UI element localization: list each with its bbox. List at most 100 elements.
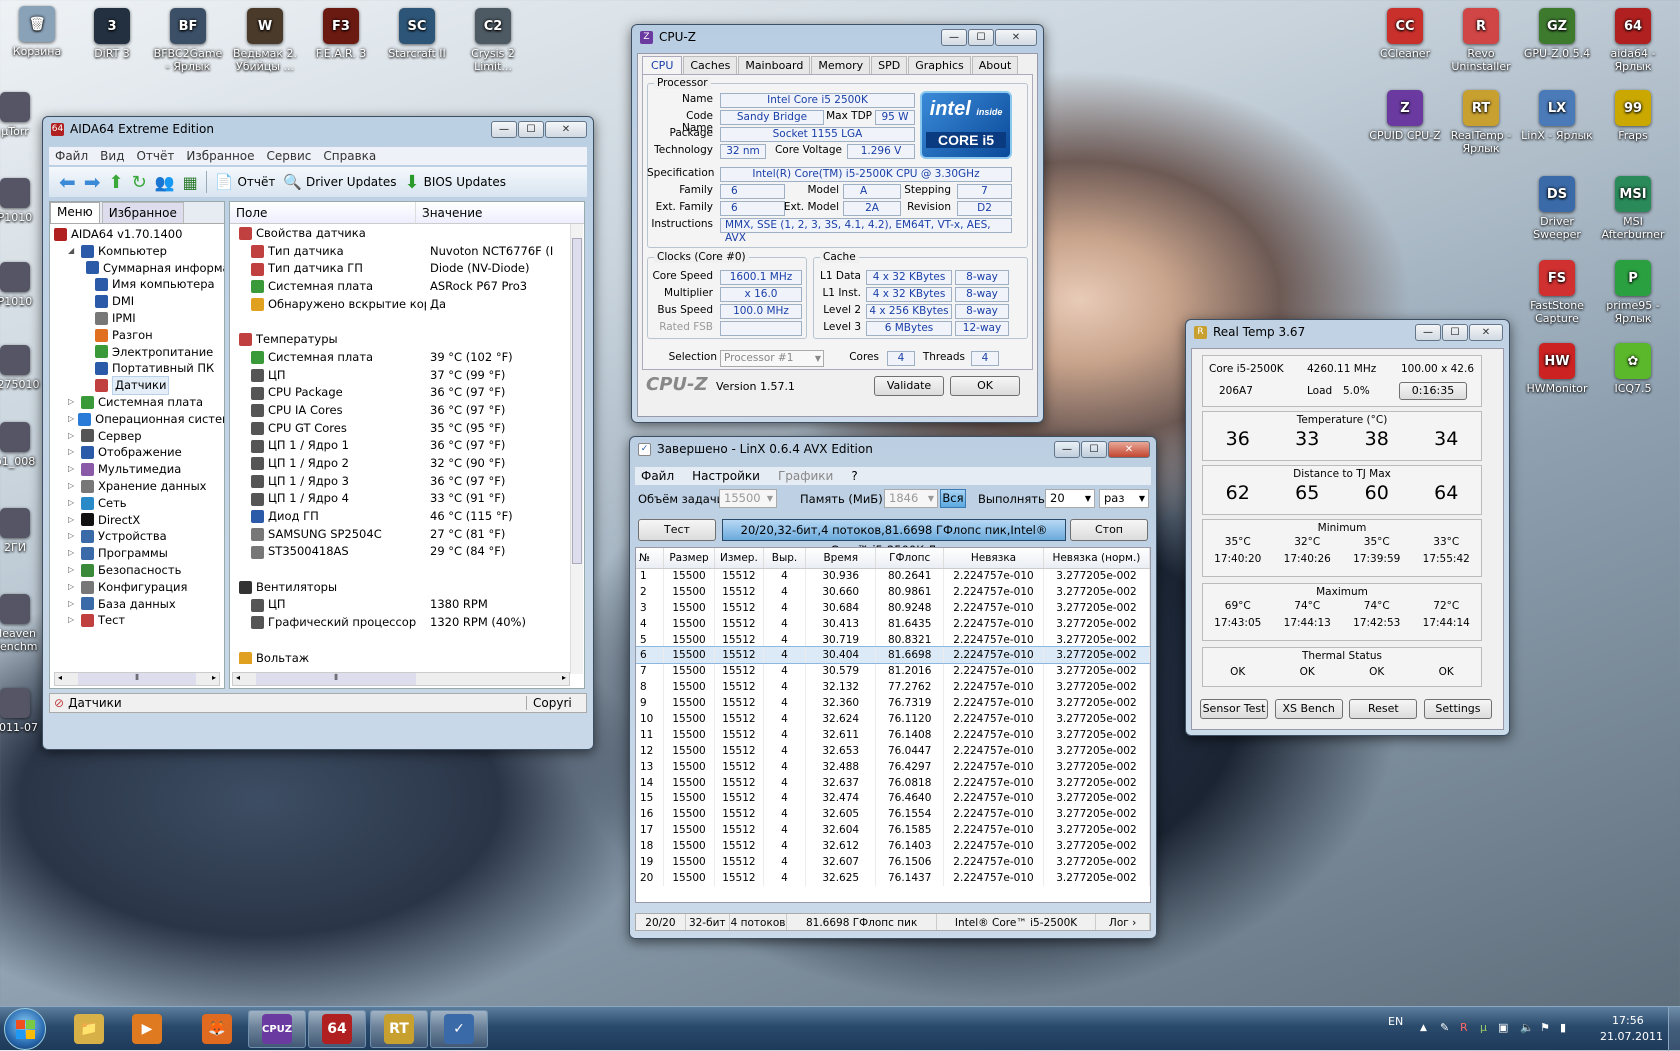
clock-date[interactable]: 21.07.2011 (1600, 1030, 1663, 1043)
desktop-icon[interactable]: HW HWMonitor (1520, 343, 1594, 395)
minimize-button[interactable]: — (1054, 440, 1080, 458)
details-row[interactable]: Обнаружено вскрытие кор... Да (235, 296, 584, 314)
column-header[interactable]: Невязка (943, 548, 1044, 569)
tree-item[interactable]: Датчики (54, 376, 224, 395)
sensor-test-button[interactable]: Sensor Test (1200, 699, 1268, 719)
menu-item[interactable]: Избранное (186, 147, 254, 165)
maximize-button[interactable]: ☐ (968, 28, 994, 46)
close-button[interactable]: ✕ (1469, 323, 1503, 341)
desktop-icon[interactable]: 99 Fraps (1596, 90, 1670, 142)
start-button[interactable] (4, 1008, 46, 1050)
tab-mainboard[interactable]: Mainboard (738, 56, 811, 75)
desktop-icon[interactable]: P1010 (0, 262, 44, 308)
expand-icon[interactable]: ▷ (68, 394, 77, 411)
section-header[interactable]: Вольтаж (235, 650, 584, 664)
column-header[interactable]: Размер (663, 548, 715, 569)
table-row[interactable]: 9 15500 15512 4 32.360 76.7319 2.224757e-010 3.… (636, 695, 1150, 712)
language-indicator[interactable]: EN (1388, 1015, 1403, 1028)
processor-select[interactable]: Processor #1 ▼ (720, 350, 824, 367)
signal-tray-icon[interactable]: ▮ (1560, 1021, 1566, 1034)
table-row[interactable]: 2 15500 15512 4 30.660 80.9861 2.224757e-010 3.… (636, 583, 1150, 600)
details-row[interactable]: Графический процессор 1320 RPM (40%) (235, 614, 584, 632)
tree-item[interactable]: ▷ Операционная система (54, 411, 224, 428)
details-vertical-scrollbar[interactable] (570, 224, 583, 674)
maximize-button[interactable]: ☐ (1442, 323, 1468, 341)
maximize-button[interactable]: ☐ (518, 120, 544, 138)
validate-button[interactable]: Validate (874, 376, 944, 396)
tree-item[interactable]: Имя компьютера (54, 276, 224, 293)
expand-icon[interactable]: ▷ (68, 411, 74, 428)
tree-item[interactable]: ▷ Мультимедиа (54, 461, 224, 478)
table-row[interactable]: 16 15500 15512 4 32.605 76.1554 2.224757e-010 3… (636, 806, 1150, 823)
menu-item[interactable]: Файл (641, 467, 674, 485)
table-row[interactable]: 19 15500 15512 4 32.607 76.1506 2.224757e-010 3… (636, 854, 1150, 870)
refresh-icon[interactable]: ↻ (132, 172, 147, 193)
table-row[interactable]: 6 15500 15512 4 30.404 81.6698 2.224757e-010 3.… (636, 646, 1150, 665)
details-row[interactable]: CPU Package 36 °C (97 °F) (235, 384, 584, 402)
desktop-icon[interactable]: 2ГИ (0, 508, 44, 554)
tree-horizontal-scrollbar[interactable]: ◂ ⦀ ▸ (54, 672, 220, 686)
volume-icon[interactable]: 🔈 (1520, 1021, 1534, 1034)
back-arrow-icon[interactable]: ⬅ (59, 170, 76, 194)
tree-item[interactable]: DMI (54, 293, 224, 310)
details-row[interactable] (235, 632, 584, 650)
section-header[interactable]: Температуры (235, 331, 584, 349)
menu-item[interactable]: Вид (100, 147, 124, 165)
details-row[interactable]: ЦП 1380 RPM (235, 596, 584, 614)
taskbar-button[interactable]: 64 (308, 1010, 366, 1048)
cpuz-titlebar[interactable]: Z CPU-Z — ☐ ✕ (632, 25, 1043, 49)
ok-button[interactable]: OK (950, 376, 1020, 396)
expand-icon[interactable]: ▷ (68, 428, 77, 445)
tree-item[interactable]: ▷ Программы (54, 545, 224, 562)
report-button[interactable]: 📄 Отчёт (215, 173, 276, 191)
runs-select[interactable]: 20 ▼ (1045, 489, 1095, 508)
details-row[interactable]: ЦП 1 / Ядро 3 36 °C (97 °F) (235, 473, 584, 491)
expand-icon[interactable]: ◢ (68, 243, 77, 260)
menu-item[interactable]: Отчёт (136, 147, 174, 165)
tab-graphics[interactable]: Graphics (908, 56, 971, 75)
tree-item[interactable]: Электропитание (54, 344, 224, 361)
details-row[interactable]: CPU IA Cores 36 °C (97 °F) (235, 402, 584, 420)
tree-item[interactable]: ▷ Сеть (54, 495, 224, 512)
desktop-icon[interactable]: 🗑 Корзина (0, 6, 74, 58)
tree-item[interactable]: ▷ Отображение (54, 444, 224, 461)
table-row[interactable]: 1 15500 15512 4 30.936 80.2641 2.224757e-010 3.… (636, 568, 1150, 584)
expand-icon[interactable]: ▷ (68, 612, 77, 629)
desktop-icon[interactable]: BF BFBC2Game - Ярлык (151, 8, 225, 73)
desktop-icon[interactable]: FS FastStone Capture (1520, 260, 1594, 325)
expand-icon[interactable]: ▷ (68, 478, 77, 495)
details-row[interactable]: ЦП 1 / Ядро 4 33 °C (91 °F) (235, 490, 584, 508)
tab-caches[interactable]: Caches (683, 56, 738, 75)
taskbar-button[interactable]: 🦊 (188, 1010, 246, 1048)
desktop-icon[interactable]: 1275010 (0, 345, 44, 391)
xs-bench-button[interactable]: XS Bench (1274, 699, 1343, 719)
tab-cpu[interactable]: CPU (642, 56, 683, 75)
tree-item[interactable]: ◢ Компьютер (54, 243, 224, 260)
settings-button[interactable]: Settings (1423, 699, 1492, 719)
details-row[interactable]: ST3500418AS 29 °C (84 °F) (235, 543, 584, 561)
details-row[interactable]: ЦП 1 / Ядро 2 32 °C (90 °F) (235, 455, 584, 473)
column-header[interactable]: ГФлопс (875, 548, 945, 569)
tree-item[interactable]: ▷ Устройства (54, 528, 224, 545)
linx-titlebar[interactable]: ✓ Завершено - LinX 0.6.4 AVX Edition — ☐ ✕ (630, 437, 1156, 461)
flag-tray-icon[interactable]: ⚑ (1540, 1021, 1550, 1034)
column-field[interactable]: Поле (230, 202, 416, 223)
desktop-icon[interactable]: F3 F.E.A.R. 3 (304, 8, 378, 60)
reset-button[interactable]: Reset (1349, 699, 1418, 719)
table-row[interactable]: 20 15500 15512 4 32.625 76.1437 2.224757e-010 3… (636, 869, 1150, 886)
torrent-tray-icon[interactable]: µ (1480, 1021, 1487, 1034)
desktop-icon[interactable]: p1_008 (0, 422, 44, 468)
desktop-icon[interactable]: 64 aida64 - Ярлык (1596, 8, 1670, 73)
tab-menu[interactable]: Меню (50, 202, 100, 223)
aida64-window[interactable]: 64 AIDA64 Extreme Edition — ☐ ✕ Файл Вид Отч… (42, 116, 594, 750)
details-row[interactable]: Тип датчика ГП Diode (NV-Diode) (235, 260, 584, 278)
menu-item[interactable]: Файл (55, 147, 88, 165)
tree-item[interactable]: ▷ Безопасность (54, 562, 224, 579)
realtemp-titlebar[interactable]: R Real Temp 3.67 — ☐ ✕ (1186, 320, 1509, 344)
details-horizontal-scrollbar[interactable]: ◂ ⦀ ▸ (232, 672, 570, 686)
section-header[interactable]: Вентиляторы (235, 579, 584, 597)
details-row[interactable]: Системная плата ASRock P67 Pro3 (235, 278, 584, 296)
desktop-icon[interactable]: LX LinX - Ярлык (1520, 90, 1594, 142)
test-button[interactable]: Тест (638, 519, 716, 541)
tree-item[interactable]: ▷ База данных (54, 596, 224, 613)
